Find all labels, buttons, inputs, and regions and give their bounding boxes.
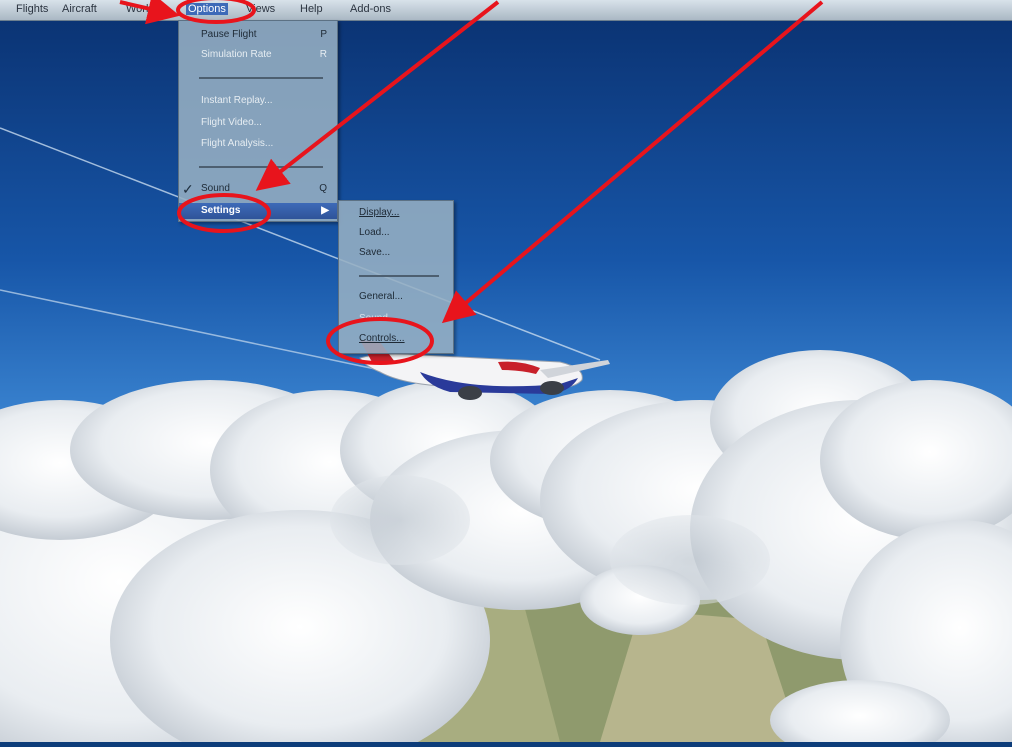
submenu-item-display[interactable]: Display... (339, 205, 453, 221)
menu-item-settings[interactable]: Settings ▶ (179, 203, 337, 219)
menu-item-pause-flight[interactable]: Pause Flight P (179, 27, 337, 43)
menu-item-shortcut: Q (319, 183, 327, 194)
menu-item-flight-analysis[interactable]: Flight Analysis... (179, 136, 337, 152)
submenu-item-sound[interactable]: Sound... (339, 311, 453, 327)
menu-addons[interactable]: Add-ons (350, 3, 391, 15)
menu-bar: Flights Aircraft World Options Views Hel… (0, 0, 1012, 21)
submenu-item-general[interactable]: General... (339, 289, 453, 305)
submenu-item-controls[interactable]: Controls... (339, 331, 453, 347)
menu-item-flight-video[interactable]: Flight Video... (179, 115, 337, 131)
flight-sim-scene[interactable] (0, 0, 1012, 747)
menu-item-shortcut: P (320, 29, 327, 40)
submenu-arrow-icon: ▶ (321, 205, 329, 216)
menu-world[interactable]: World (126, 3, 155, 15)
menu-item-label: Sound (201, 183, 230, 194)
menu-item-label: Settings (201, 205, 241, 216)
options-menu: Pause Flight P Simulation Rate R Instant… (178, 20, 338, 222)
menu-views[interactable]: Views (246, 3, 275, 15)
menu-item-label: Pause Flight (201, 29, 257, 40)
menu-item-label: Flight Analysis... (201, 138, 274, 149)
submenu-item-label: Display... (359, 207, 400, 218)
menu-item-sound[interactable]: ✓ Sound Q (179, 181, 337, 197)
settings-submenu: Display... Load... Save... General... So… (338, 200, 454, 354)
menu-item-simulation-rate[interactable]: Simulation Rate R (179, 47, 337, 63)
menu-separator (199, 77, 323, 79)
menu-item-shortcut: R (319, 49, 327, 60)
check-icon: ✓ (182, 181, 194, 197)
menu-options[interactable]: Options (186, 3, 228, 15)
menu-aircraft[interactable]: Aircraft (62, 3, 97, 15)
menu-item-label: Flight Video... (201, 117, 262, 128)
submenu-item-load[interactable]: Load... (339, 225, 453, 241)
submenu-item-label: Load... (359, 227, 390, 238)
submenu-item-label: Sound... (359, 313, 397, 324)
menu-item-label: Instant Replay... (201, 95, 273, 106)
menu-item-instant-replay[interactable]: Instant Replay... (179, 93, 337, 109)
menu-flights[interactable]: Flights (16, 3, 48, 15)
menu-item-label: Simulation Rate (201, 49, 272, 60)
menu-help[interactable]: Help (300, 3, 323, 15)
submenu-item-label: General... (359, 291, 403, 302)
menu-separator (359, 275, 439, 277)
submenu-item-label: Save... (359, 247, 391, 258)
submenu-item-save[interactable]: Save... (339, 245, 453, 261)
submenu-item-label: Controls... (359, 333, 405, 344)
menu-separator (199, 166, 323, 168)
scene-background (0, 0, 1012, 747)
